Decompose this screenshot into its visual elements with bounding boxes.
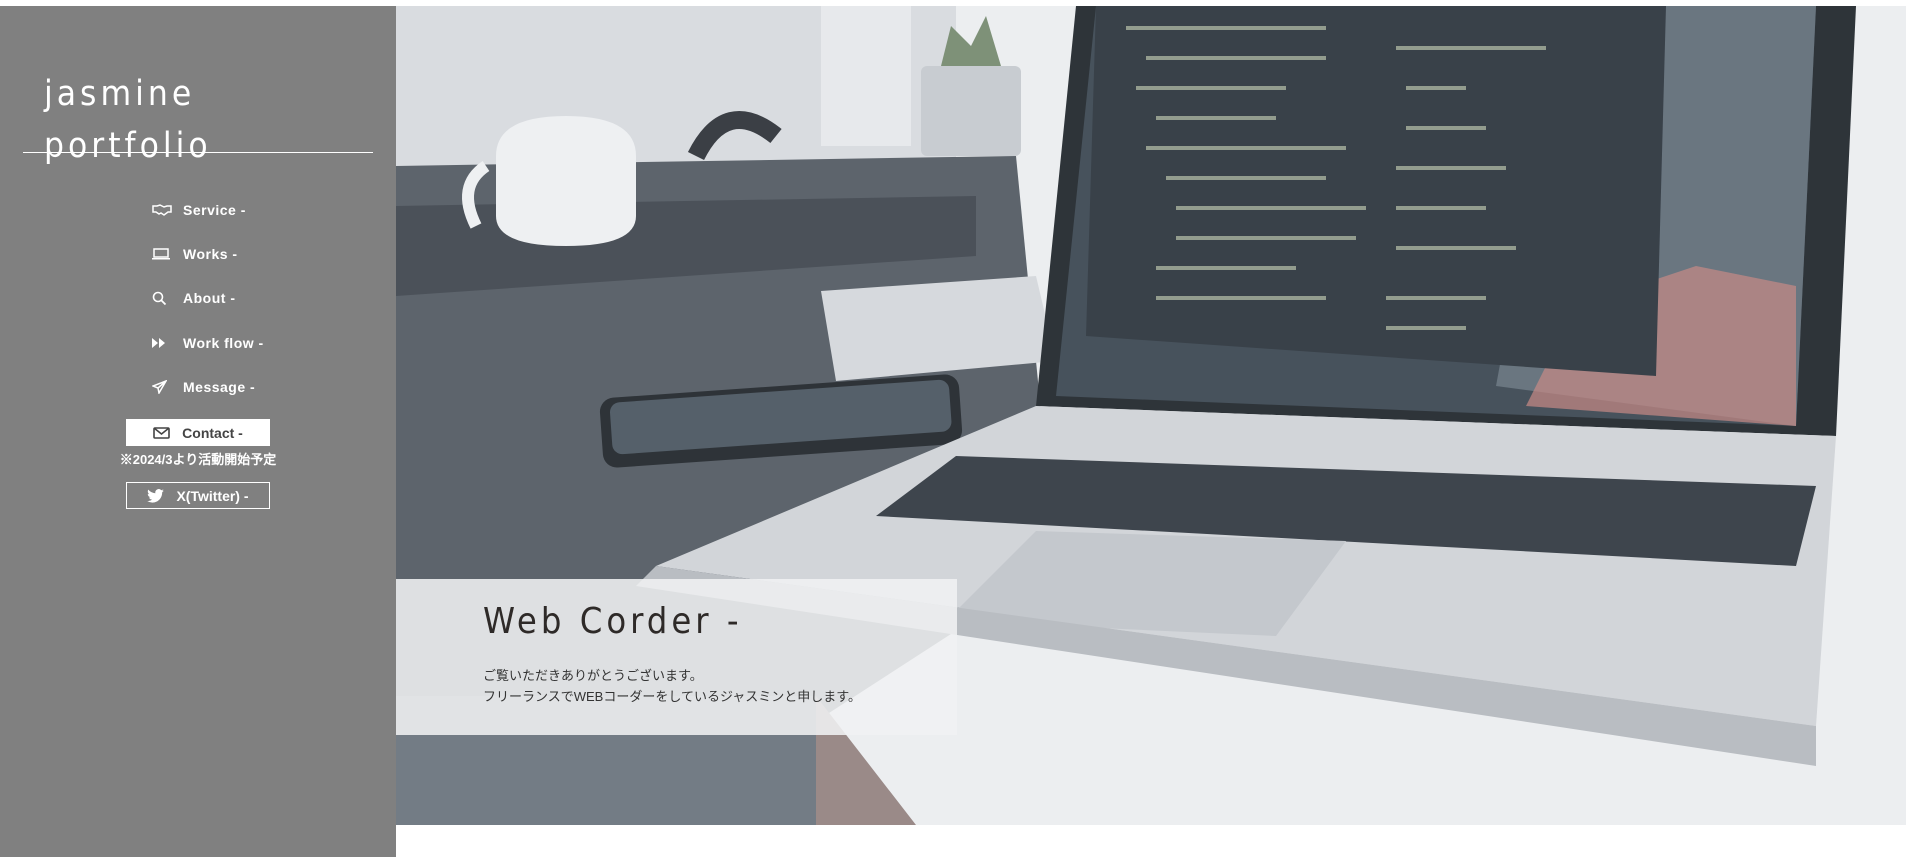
hero-caption: Web Corder - ご覧いただきありがとうございます。 フリーランスでWEB… (396, 579, 957, 735)
laptop-icon (152, 248, 174, 260)
divider (23, 152, 373, 153)
sidebar: jasmine portfolio Service - Works - About… (0, 6, 396, 857)
site-logo[interactable]: jasmine portfolio (44, 68, 212, 172)
handshake-icon (152, 204, 174, 216)
nav-workflow[interactable]: Work flow - (152, 335, 264, 351)
nav-about[interactable]: About - (152, 290, 235, 306)
paper-plane-icon (152, 380, 174, 394)
contact-button[interactable]: Contact - (126, 419, 270, 446)
nav-message[interactable]: Message - (152, 379, 255, 395)
hero-intro: ご覧いただきありがとうございます。 フリーランスでWEBコーダーをしているジャスミ… (483, 668, 862, 704)
twitter-button[interactable]: X(Twitter) - (126, 482, 270, 509)
nav-works[interactable]: Works - (152, 246, 238, 262)
fast-forward-icon (152, 338, 174, 348)
hero-title: Web Corder - (483, 601, 743, 642)
nav-service[interactable]: Service - (152, 202, 246, 218)
search-icon (152, 291, 174, 306)
twitter-icon (147, 488, 165, 503)
envelope-icon (153, 426, 170, 439)
launch-note: ※2024/3より活動開始予定 (119, 452, 277, 467)
